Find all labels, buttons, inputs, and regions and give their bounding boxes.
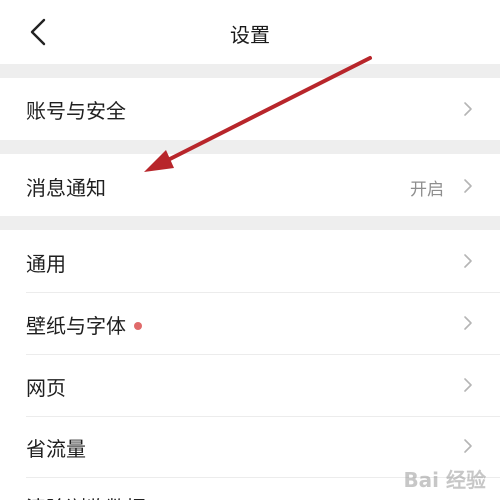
settings-row-general[interactable]: 通用 (0, 230, 500, 292)
chevron-right-icon (462, 437, 474, 455)
row-label: 省流量 (26, 437, 86, 461)
row-label: 账号与安全 (26, 99, 126, 123)
chevron-right-icon (462, 252, 474, 270)
row-label: 清除浏览数据 (26, 492, 146, 500)
row-label: 消息通知 (26, 176, 106, 200)
chevron-right-icon (462, 314, 474, 332)
settings-row-web[interactable]: 网页 (0, 355, 500, 416)
row-label: 通用 (26, 252, 66, 276)
page-title: 设置 (230, 23, 270, 47)
row-label-text: 壁纸与字体 (26, 314, 126, 338)
chevron-right-icon (462, 100, 474, 118)
row-value: 开启 (410, 180, 444, 200)
settings-row-account-security[interactable]: 账号与安全 (0, 78, 500, 140)
section-gap (0, 64, 500, 78)
header-bar: 设置 (0, 0, 500, 64)
section-gap (0, 216, 500, 230)
settings-row-wallpaper-font[interactable]: 壁纸与字体 (0, 293, 500, 354)
row-label: 网页 (26, 376, 66, 400)
watermark-text: Bai 经验 (403, 467, 486, 492)
row-label: 壁纸与字体 (26, 310, 142, 339)
settings-row-notifications[interactable]: 消息通知 开启 (0, 154, 500, 216)
section-gap (0, 140, 500, 154)
watermark: Bai 经验 (403, 458, 486, 498)
chevron-right-icon (462, 376, 474, 394)
new-badge-dot (134, 321, 142, 330)
chevron-right-icon (462, 177, 474, 195)
